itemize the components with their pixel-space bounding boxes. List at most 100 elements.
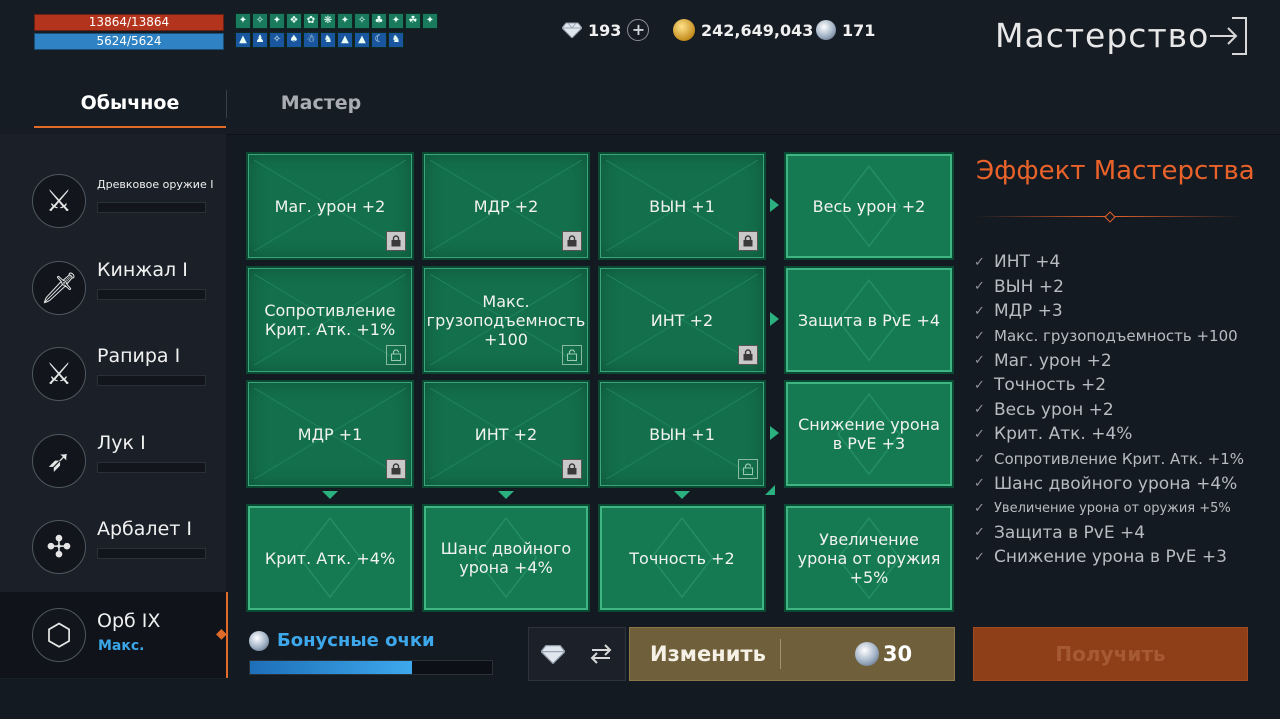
buff-icon[interactable]: ✿: [303, 13, 319, 29]
node-label: Точность +2: [629, 548, 735, 568]
check-icon: ✓: [974, 353, 985, 369]
lock-icon: [738, 345, 758, 365]
mastery-final-node[interactable]: Точность +2: [598, 504, 766, 612]
check-icon: ✓: [974, 328, 985, 344]
mastery-final-node[interactable]: Весь урон +2: [784, 152, 954, 260]
effect-item: ✓ Шанс двойного урона +4%: [974, 473, 1238, 494]
effect-item: ✓ Сопротивление Крит. Атк. +1%: [974, 450, 1245, 469]
diamond-icon: [541, 645, 565, 664]
effect-item: ✓ Макс. грузоподъемность +100: [974, 327, 1238, 346]
buff-row-2: ▲ ♟ ✧ ♠ ☃ ♞ ▲ ▲ ☾ ♞: [235, 32, 404, 48]
get-button[interactable]: Получить: [973, 627, 1248, 681]
mp-bar: 5624/5624: [34, 33, 224, 50]
mastery-final-node[interactable]: Увеличение урона от оружия +5%: [784, 504, 954, 612]
buff-icon[interactable]: ♠: [286, 32, 302, 48]
weapon-item-dagger[interactable]: 🗡 Кинжал I: [0, 245, 226, 331]
mastery-node[interactable]: ВЫН +1: [598, 380, 766, 488]
add-gems-button[interactable]: +: [627, 19, 650, 41]
gem-currency: 193 +: [562, 17, 650, 43]
swap-currency-button[interactable]: [528, 627, 626, 681]
check-icon: ✓: [974, 476, 985, 492]
buff-icon[interactable]: ✦: [337, 13, 353, 29]
node-label: Крит. Атк. +4%: [264, 548, 396, 568]
tab-master[interactable]: Мастер: [250, 92, 392, 114]
orb-count: 171: [842, 20, 876, 40]
node-label: Увеличение урона от оружия +5%: [797, 529, 941, 587]
buff-icon[interactable]: ✦: [422, 13, 438, 29]
effect-item: ✓ Увеличение урона от оружия +5%: [974, 500, 1231, 516]
bonus-progress-bar: [249, 660, 493, 675]
buff-icon[interactable]: ✧: [252, 13, 268, 29]
effect-item: ✓ ИНТ +4: [974, 252, 1061, 273]
buff-icon[interactable]: ✦: [235, 13, 251, 29]
buff-icon[interactable]: ✧: [354, 13, 370, 29]
mastery-final-node[interactable]: Шанс двойного урона +4%: [422, 504, 590, 612]
bonus-orb-icon: [249, 631, 269, 651]
unlock-icon: [386, 345, 406, 365]
buff-icon[interactable]: ▲: [235, 32, 251, 48]
mastery-final-node[interactable]: Защита в PvE +4: [784, 266, 954, 374]
node-label: Защита в PvE +4: [797, 310, 941, 330]
exit-icon[interactable]: [1206, 14, 1250, 58]
weapon-item-rapier[interactable]: ⚔ Рапира I: [0, 331, 226, 417]
gold-coin-icon: [673, 19, 695, 41]
tab-normal[interactable]: Обычное: [34, 92, 226, 128]
mastery-node[interactable]: Макс. грузоподъемность +100: [422, 266, 590, 374]
effect-item: ✓ Крит. Атк. +4%: [974, 424, 1133, 445]
bonus-progress-fill: [250, 661, 413, 674]
lock-icon: [562, 231, 582, 251]
buff-icon[interactable]: ♟: [252, 32, 268, 48]
buff-icon[interactable]: ❋: [320, 13, 336, 29]
node-label: ИНТ +2: [474, 424, 538, 444]
effect-item: ✓ Снижение урона в PvE +3: [974, 547, 1227, 568]
buff-icon[interactable]: ☃: [303, 32, 319, 48]
buff-icon[interactable]: ▲: [354, 32, 370, 48]
buff-icon[interactable]: ❖: [286, 13, 302, 29]
buff-icon[interactable]: ▲: [337, 32, 353, 48]
effect-item: ✓ МДР +3: [974, 301, 1063, 322]
node-label: МДР +2: [473, 196, 539, 216]
mastery-node[interactable]: Сопротивление Крит. Атк. +1%: [246, 266, 414, 374]
mastery-final-node[interactable]: Крит. Атк. +4%: [246, 504, 414, 612]
hp-bar: 13864/13864: [34, 14, 224, 31]
effect-item: ✓ Весь урон +2: [974, 399, 1114, 420]
unlock-icon: [738, 459, 758, 479]
buff-icon[interactable]: ♣: [371, 13, 387, 29]
weapon-item-bow[interactable]: ➶ Лук I: [0, 418, 226, 504]
lock-icon: [386, 231, 406, 251]
check-icon: ✓: [974, 254, 985, 270]
mastery-node[interactable]: ИНТ +2: [598, 266, 766, 374]
buff-icon[interactable]: ✦: [269, 13, 285, 29]
effect-title: Эффект Мастерства: [976, 156, 1255, 186]
change-button[interactable]: Изменить 30: [629, 627, 955, 681]
mastery-node[interactable]: ИНТ +2: [422, 380, 590, 488]
mastery-node[interactable]: ВЫН +1: [598, 152, 766, 260]
arrow-diagonal-icon: [765, 485, 775, 495]
buff-icon[interactable]: ☾: [371, 32, 387, 48]
weapon-max-label: Макс.: [98, 638, 145, 654]
weapon-progress: [97, 375, 206, 386]
arrow-down-icon: [674, 491, 690, 499]
weapon-item-crossbow[interactable]: ✣ Арбалет I: [0, 504, 226, 590]
node-label: Макс. грузоподъемность +100: [426, 291, 586, 349]
weapon-name: Лук I: [97, 432, 146, 454]
weapon-name: Арбалет I: [97, 518, 192, 540]
weapon-item-orb[interactable]: ⬡ Орб IX Макс. ◆: [0, 592, 228, 678]
mastery-node[interactable]: Маг. урон +2: [246, 152, 414, 260]
buff-icon[interactable]: ♞: [388, 32, 404, 48]
effect-item: ✓ Точность +2: [974, 375, 1107, 396]
mastery-final-node[interactable]: Снижение урона в PvE +3: [784, 380, 954, 488]
mastery-node[interactable]: МДР +1: [246, 380, 414, 488]
weapon-item-polearm[interactable]: ⚔ Древковое оружие I: [0, 158, 226, 244]
mastery-node[interactable]: МДР +2: [422, 152, 590, 260]
buff-row-1: ✦ ✧ ✦ ❖ ✿ ❋ ✦ ✧ ♣ ✦ ☘ ✦: [235, 13, 438, 29]
weapon-progress: [97, 548, 206, 559]
buff-icon[interactable]: ☘: [405, 13, 421, 29]
gem-count: 193: [588, 20, 622, 40]
buff-icon[interactable]: ✧: [269, 32, 285, 48]
rapier-icon: ⚔: [32, 347, 86, 401]
silver-orb-icon: [854, 642, 879, 666]
arrow-right-icon: [770, 198, 779, 212]
buff-icon[interactable]: ♞: [320, 32, 336, 48]
buff-icon[interactable]: ✦: [388, 13, 404, 29]
